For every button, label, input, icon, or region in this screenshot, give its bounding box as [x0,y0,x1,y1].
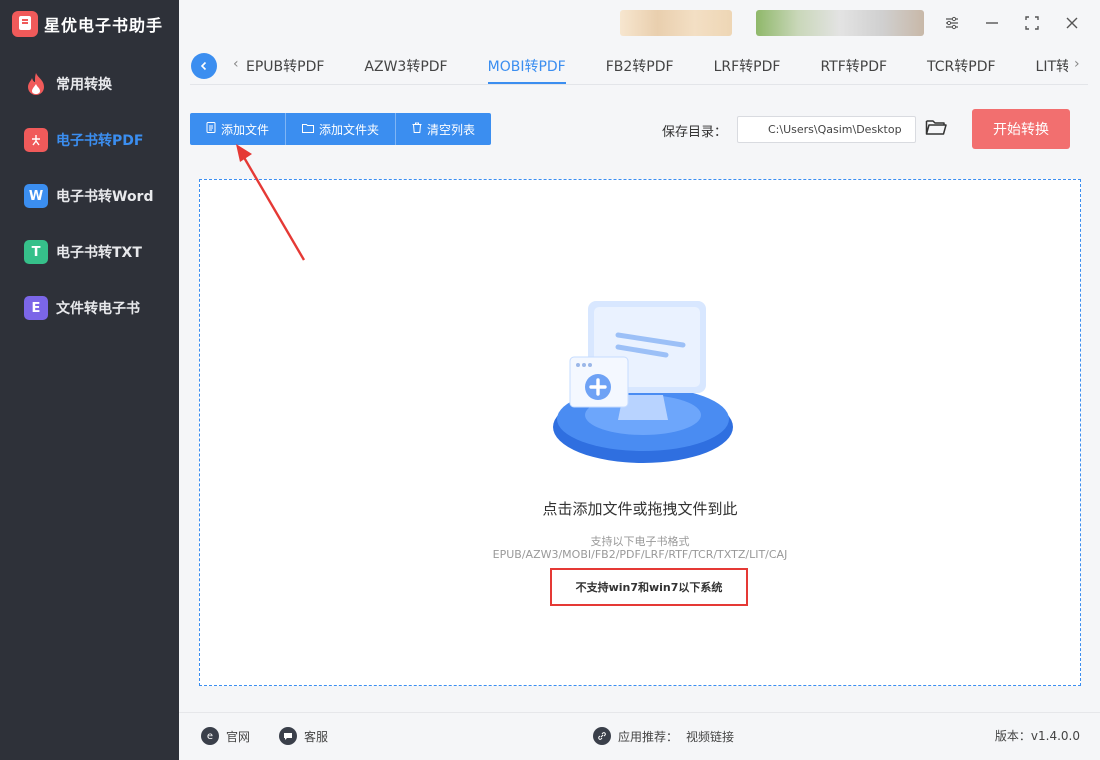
tab-mobi-pdf[interactable]: MOBI转PDF [487,48,566,84]
tab-lrf-pdf[interactable]: LRF转PDF [714,48,781,84]
app-name: 星优电子书助手 [44,16,164,35]
tab-tcr-pdf[interactable]: TCR转PDF [927,48,996,84]
recommend-link[interactable]: 视频链接 [686,728,734,745]
recommend: 应用推荐： 视频链接 [593,727,734,745]
save-dir-field[interactable]: C:\Users\Qasim\Desktop [737,116,916,143]
tab-azw3-pdf[interactable]: AZW3转PDF [364,48,447,84]
annotation-arrow [236,144,306,261]
minimize-icon[interactable] [981,12,1003,34]
monitor-add-illustration [553,301,733,463]
format-tabs: EPUB转PDF AZW3转PDF MOBI转PDF FB2转PDF LRF转P… [246,48,1068,84]
app-title: 星优电子书助手 [12,10,163,38]
drop-zone[interactable]: 点击添加文件或拖拽文件到此 支持以下电子书格式 EPUB/AZW3/MOBI/F… [199,179,1081,686]
sidebar-item-ebook-word[interactable]: W 电子书转Word [0,174,179,218]
user-info-blurred [620,10,732,36]
folder-icon [302,123,315,136]
version-text: 版本：v1.4.0.0 [994,729,1080,743]
tab-epub-pdf[interactable]: EPUB转PDF [246,48,324,84]
tab-rtf-pdf[interactable]: RTF转PDF [820,48,887,84]
sidebar-item-ebook-pdf[interactable]: 电子书转PDF [0,118,179,162]
sidebar-item-label: 电子书转TXT [56,245,142,261]
sidebar: 星优电子书助手 常用转换 电子书转PDF W 电子书转Word T 电子书转TX… [0,0,179,760]
os-warning: 不支持win7和win7以下系统 [550,568,748,606]
add-file-label: 添加文件 [221,122,270,137]
sidebar-item-label: 文件转电子书 [56,301,140,317]
clear-list-button[interactable]: 清空列表 [396,113,491,145]
ebook-icon: E [24,296,48,320]
word-icon: W [24,184,48,208]
sidebar-item-label: 常用转换 [56,77,112,93]
txt-icon: T [24,240,48,264]
recommend-label: 应用推荐： [618,729,679,744]
pdf-icon [24,128,48,152]
service-label: 客服 [304,729,329,744]
sidebar-item-label: 电子书转PDF [56,133,144,149]
sidebar-item-file-ebook[interactable]: E 文件转电子书 [0,286,179,330]
browse-folder-icon[interactable] [925,117,949,141]
tabs-divider [190,84,1088,85]
flame-icon [24,72,48,96]
support-title: 支持以下电子书格式 [590,535,690,548]
start-convert-button[interactable]: 开始转换 [972,109,1070,149]
support-formats: EPUB/AZW3/MOBI/FB2/PDF/LRF/RTF/TCR/TXTZ/… [492,548,788,561]
file-icon [206,122,216,136]
save-dir-label: 保存目录： [662,125,728,140]
sidebar-item-common[interactable]: 常用转换 [0,62,179,106]
clear-list-label: 清空列表 [427,122,476,137]
service-link[interactable]: 客服 [279,727,328,745]
sidebar-item-label: 电子书转Word [56,189,154,205]
footer: e 官网 客服 应用推荐： 视频链接 版本：v1.4.0.0 [179,712,1100,760]
add-folder-label: 添加文件夹 [319,122,380,137]
chat-icon [279,727,297,745]
trash-icon [412,122,422,136]
sidebar-item-ebook-txt[interactable]: T 电子书转TXT [0,230,179,274]
back-button[interactable] [191,53,217,79]
tab-fb2-pdf[interactable]: FB2转PDF [606,48,674,84]
maximize-icon[interactable] [1021,12,1043,34]
website-link[interactable]: e 官网 [201,727,250,745]
settings-icon[interactable] [941,12,963,34]
close-icon[interactable] [1061,12,1083,34]
drop-title: 点击添加文件或拖拽文件到此 [542,500,738,518]
account-blurred [756,10,924,36]
tab-scroll-right-icon[interactable]: › [1074,56,1080,72]
link-icon [593,727,611,745]
tab-lit-pdf[interactable]: LIT转 [1036,48,1068,84]
app-logo-icon [12,11,38,37]
tab-scroll-left-icon[interactable]: ‹ [233,56,239,72]
website-label: 官网 [226,729,251,744]
ie-icon: e [201,727,219,745]
